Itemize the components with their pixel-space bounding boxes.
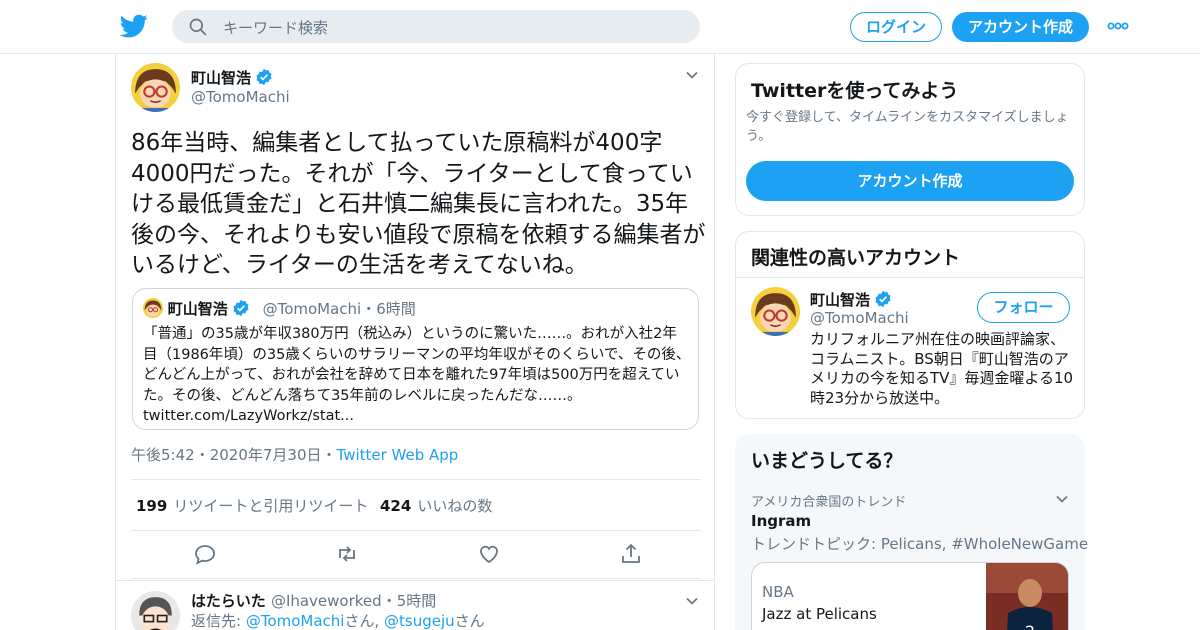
retweet-count: 199 — [136, 497, 168, 515]
cartoon-avatar-icon — [751, 287, 800, 336]
quoted-tweet-body: 「普通」の35歳が年収380万円（税込み）というのに驚いた……。おれが入社2年目… — [143, 326, 691, 404]
verified-badge-icon — [875, 290, 891, 308]
cartoon-avatar-icon — [131, 591, 180, 630]
tweet-date[interactable]: ・2020年7月30日 — [195, 446, 322, 464]
related-account-handle[interactable]: @TomoMachi — [810, 309, 909, 327]
twitter-bird-icon[interactable] — [120, 12, 148, 40]
tweet-detail-column: 町山智浩 @TomoMachi 86年当時、編集者として払っていた原稿料が400… — [115, 54, 715, 630]
reply-icon[interactable] — [193, 542, 217, 566]
cartoon-avatar-icon — [131, 63, 180, 112]
reply-tweet[interactable]: はたらいた @Ihaveworked・5時間 返信先: @TomoMachiさん… — [116, 580, 714, 630]
related-card-title: 関連性の高いアカウント — [751, 247, 961, 269]
author-name[interactable]: 町山智浩 — [191, 67, 273, 88]
more-options-icon[interactable] — [1107, 19, 1129, 33]
tweet-stats: 199 リツイートと引用リツイート 424 いいねの数 — [131, 479, 701, 531]
news-category: NBA — [762, 583, 794, 601]
signup-prompt-card: Twitterを使ってみよう 今すぐ登録して、タイムラインをカスタマイズしましょ… — [735, 63, 1085, 216]
heart-icon[interactable] — [477, 542, 501, 566]
quoted-author-handle: @TomoMachi — [262, 300, 362, 318]
search-icon — [189, 18, 207, 36]
reply-to-suffix: さん, — [344, 612, 385, 630]
trend-news-card[interactable]: NBA Jazz at Pelicans 2 — [751, 562, 1069, 630]
trend-location: アメリカ合衆国のトレンド — [751, 495, 907, 510]
quoted-tweet[interactable]: 町山智浩 @TomoMachi・6時間 「普通」の35歳が年収380万円（税込み… — [132, 288, 699, 430]
verified-badge-icon — [256, 68, 272, 86]
trend-name[interactable]: Ingram — [751, 512, 811, 530]
reply-to-user-link[interactable]: @tsugeju — [384, 612, 455, 630]
avatar[interactable] — [131, 591, 180, 630]
avatar — [143, 298, 163, 318]
login-button[interactable]: ログイン — [850, 12, 942, 42]
top-navigation-bar: キーワード検索 ログイン アカウント作成 — [0, 0, 1200, 54]
related-accounts-card: 関連性の高いアカウント 町山智浩 @TomoMachi フォロー カリフォルニア… — [735, 231, 1085, 419]
signup-card-button[interactable]: アカウント作成 — [746, 161, 1074, 201]
share-icon[interactable] — [619, 542, 643, 566]
quoted-tweet-text: 「普通」の35歳が年収380万円（税込み）というのに驚いた……。おれが入社2年目… — [143, 324, 691, 427]
chevron-down-icon[interactable] — [1054, 491, 1070, 507]
trends-card-title: いまどうしてる？ — [751, 450, 903, 472]
tweet-actions — [131, 531, 701, 579]
signup-button[interactable]: アカウント作成 — [952, 12, 1089, 42]
trend-description: トレンドトピック: Pelicans, #WholeNewGame — [751, 535, 1089, 553]
related-account-name-text[interactable]: 町山智浩 — [810, 291, 870, 309]
like-count: 424 — [380, 497, 412, 515]
tweet-source-app[interactable]: Twitter Web App — [337, 446, 459, 464]
like-label: いいねの数 — [417, 497, 493, 515]
search-bar[interactable]: キーワード検索 — [172, 10, 700, 43]
related-account-name[interactable]: 町山智浩 — [810, 289, 892, 310]
avatar[interactable] — [131, 63, 180, 112]
basketball-player-thumbnail: 2 — [986, 563, 1068, 630]
reply-to-prefix: 返信先: — [191, 612, 246, 630]
retweet-icon[interactable] — [335, 542, 359, 566]
quoted-tweet-link[interactable]: twitter.com/LazyWorkz/stat... — [143, 408, 354, 424]
reply-author-name[interactable]: はたらいた — [191, 592, 266, 610]
quoted-tweet-header: 町山智浩 @TomoMachi・6時間 — [143, 298, 416, 319]
retweet-stat[interactable]: 199 リツイートと引用リツイート — [136, 495, 368, 516]
chevron-down-icon[interactable] — [684, 67, 700, 83]
tweet-app-separator: ・ — [321, 446, 337, 464]
tweet-time[interactable]: 午後5:42 — [131, 446, 195, 464]
svg-text:2: 2 — [1025, 622, 1035, 630]
retweet-label: リツイートと引用リツイート — [173, 497, 369, 515]
reply-time: ・5時間 — [381, 592, 437, 610]
follow-button[interactable]: フォロー — [977, 292, 1070, 323]
chevron-down-icon[interactable] — [684, 593, 700, 609]
divider — [736, 277, 1084, 278]
quoted-author-name: 町山智浩 — [167, 300, 228, 318]
related-account-bio: カリフォルニア州在住の映画評論家、コラムニスト。BS朝日『町山智浩のアメリカの今… — [810, 330, 1074, 407]
avatar[interactable] — [751, 287, 800, 336]
signup-card-subtitle: 今すぐ登録して、タイムラインをカスタマイズしましょう。 — [746, 110, 1069, 144]
quoted-tweet-time: ・6時間 — [361, 300, 416, 318]
tweet-timestamp: 午後5:42・2020年7月30日・Twitter Web App — [131, 444, 458, 465]
verified-badge-icon — [233, 299, 249, 317]
reply-to-line: 返信先: @TomoMachiさん, @tsugejuさん — [191, 610, 485, 630]
news-headline: Jazz at Pelicans — [762, 605, 877, 623]
reply-author[interactable]: はたらいた @Ihaveworked・5時間 — [191, 590, 436, 611]
reply-to-suffix: さん — [454, 612, 485, 630]
reply-author-handle[interactable]: @Ihaveworked — [271, 592, 382, 610]
author-name-text[interactable]: 町山智浩 — [191, 69, 251, 87]
signup-card-title: Twitterを使ってみよう — [751, 80, 959, 102]
search-input[interactable]: キーワード検索 — [223, 17, 328, 38]
trends-card: いまどうしてる？ アメリカ合衆国のトレンド Ingram トレンドトピック: P… — [735, 434, 1089, 630]
reply-to-user-link[interactable]: @TomoMachi — [246, 612, 345, 630]
tweet-text: 86年当時、編集者として払っていた原稿料が400字4000円だった。それが「今、… — [131, 130, 706, 278]
like-stat[interactable]: 424 いいねの数 — [380, 495, 492, 516]
author-handle[interactable]: @TomoMachi — [191, 88, 290, 106]
